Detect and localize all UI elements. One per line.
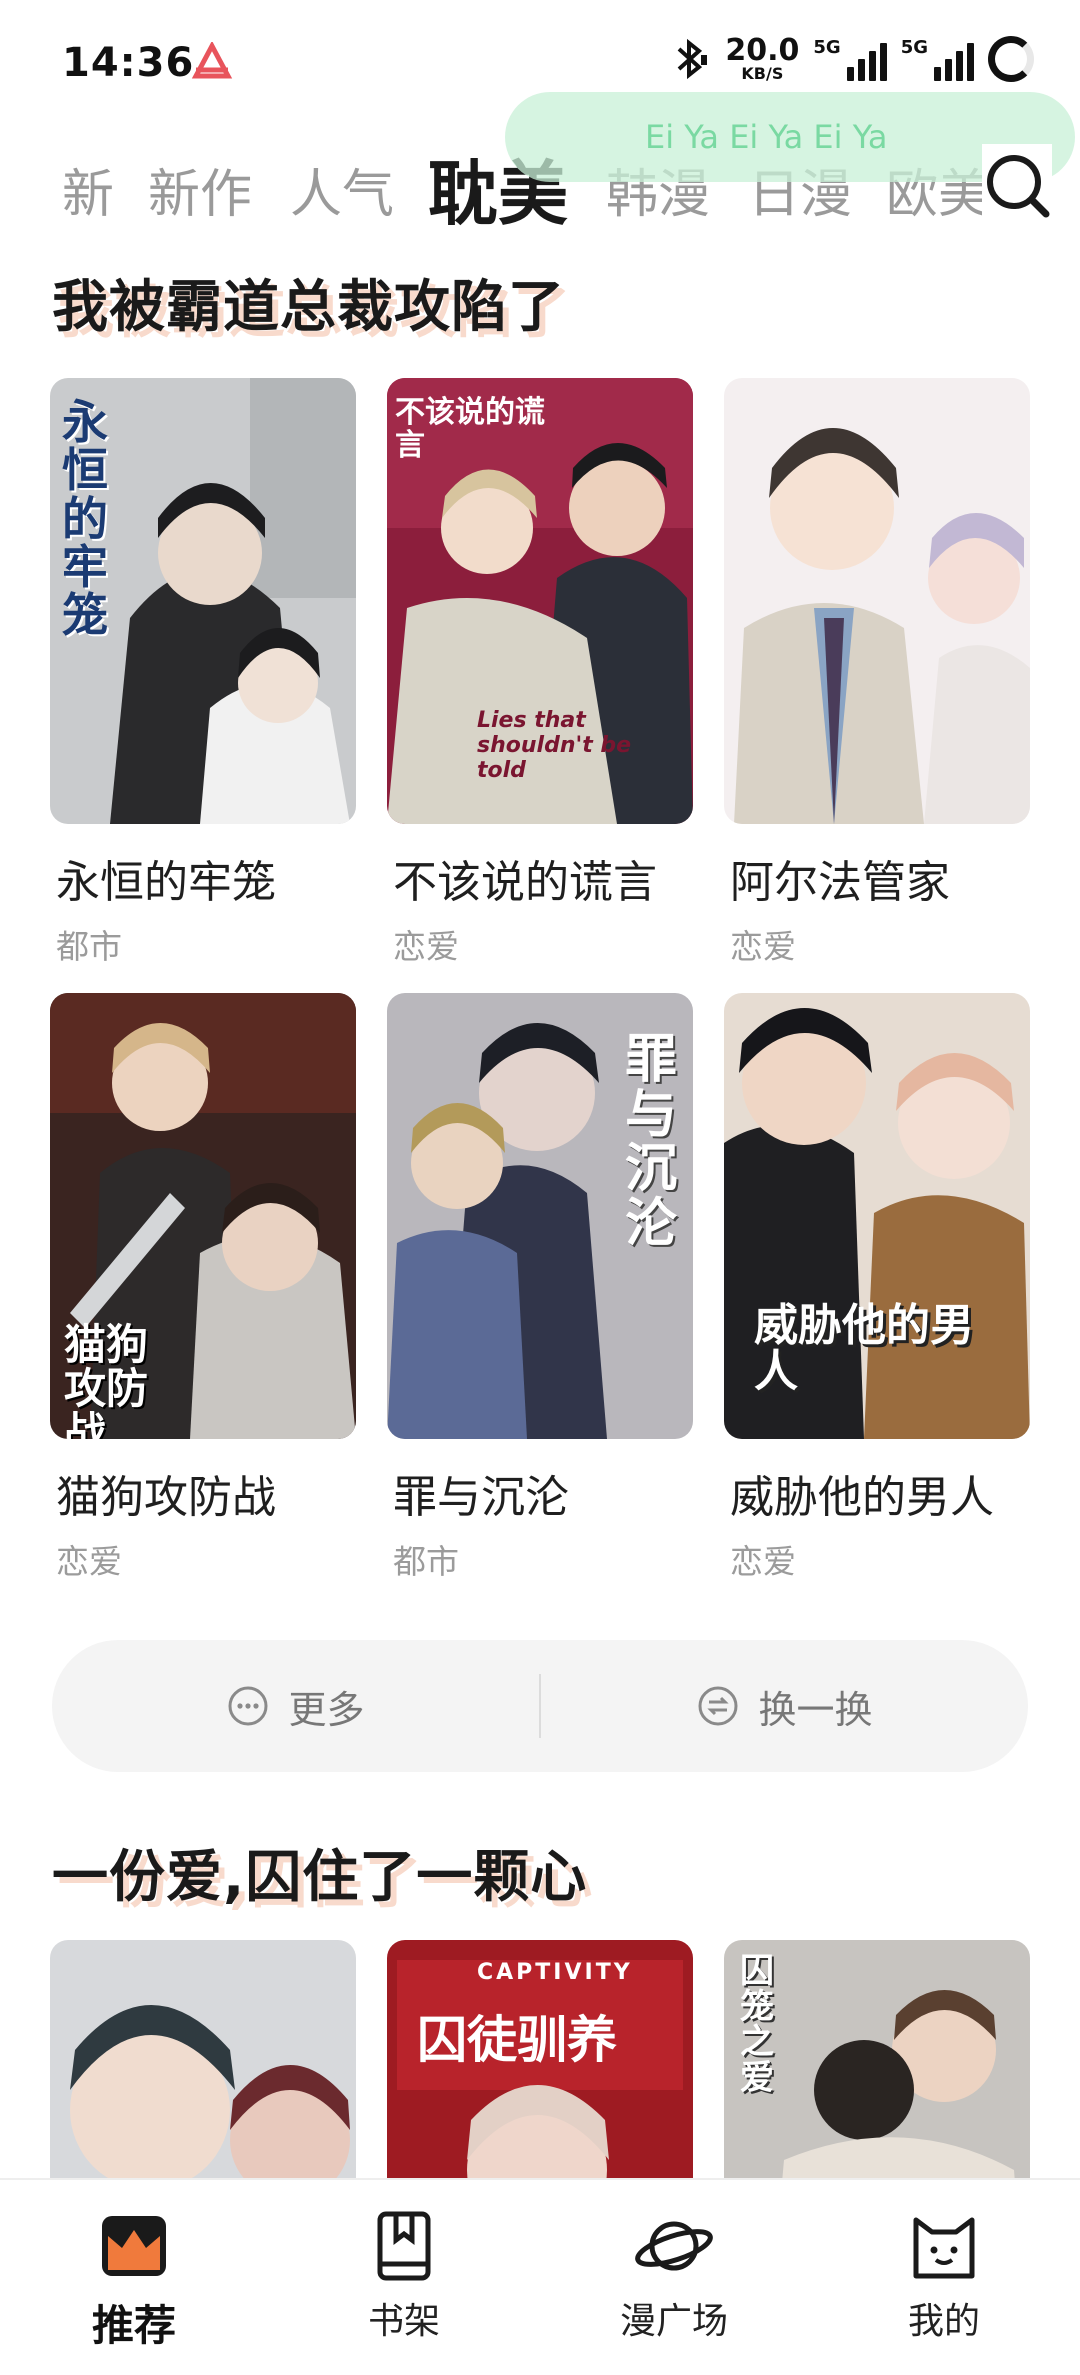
app-notification-icon bbox=[191, 42, 233, 79]
section-title: 一份爱,囚住了一颗心 bbox=[52, 1845, 588, 1910]
comic-genre: 恋爱 bbox=[56, 1542, 122, 1581]
cover-title-art: 囚笼之爱 bbox=[740, 1951, 774, 2099]
section-title: 我被霸道总裁攻陷了 bbox=[52, 275, 565, 340]
tab-popular[interactable]: 人气 bbox=[290, 152, 394, 227]
more-button[interactable]: 更多 bbox=[52, 1640, 539, 1772]
nav-plaza-label: 漫广场 bbox=[619, 2301, 728, 2342]
nav-plaza[interactable]: 漫广场 bbox=[594, 2210, 754, 2344]
nav-mine[interactable]: 我的 bbox=[864, 2210, 1024, 2344]
cover-title-art: 威胁他的男人 bbox=[754, 1300, 974, 1398]
comic-card[interactable]: 阿尔法管家 恋爱 bbox=[724, 378, 1030, 968]
nav-recommend[interactable]: 推荐 bbox=[54, 2210, 214, 2353]
comic-title: 永恒的牢笼 bbox=[56, 857, 276, 908]
speed-unit: KB/S bbox=[741, 64, 784, 83]
comic-cover: 永恒的牢笼 bbox=[50, 378, 356, 824]
cover-title-art: 罪与沉沦 bbox=[625, 1030, 678, 1254]
shuffle-button[interactable]: 换一换 bbox=[541, 1640, 1028, 1772]
refresh-icon bbox=[698, 1686, 738, 1726]
comic-card[interactable]: 猫狗攻防战 猫狗攻防战 恋爱 bbox=[50, 993, 356, 1583]
cover-title-art: 囚徒驯养 bbox=[417, 2011, 617, 2069]
planet-icon bbox=[635, 2221, 713, 2271]
cover-title-art: 猫狗攻防战 bbox=[64, 1320, 149, 1439]
comic-title: 猫狗攻防战 bbox=[56, 1472, 276, 1523]
comic-card[interactable]: 永恒的牢笼 永恒的牢笼 都市 bbox=[50, 378, 356, 968]
comic-genre: 恋爱 bbox=[393, 927, 459, 966]
speed-value: 20.0 bbox=[725, 33, 800, 68]
comic-card[interactable]: 不该说的谎言 Lies that shouldn't be told 不该说的谎… bbox=[387, 378, 693, 968]
signal-1-icon: 5G bbox=[813, 37, 887, 81]
tab-new[interactable]: 新 bbox=[62, 152, 114, 227]
more-dots-icon bbox=[228, 1686, 268, 1726]
nav-mine-label: 我的 bbox=[907, 2301, 980, 2342]
comic-cover: 不该说的谎言 Lies that shouldn't be told bbox=[387, 378, 693, 824]
nav-bookshelf[interactable]: 书架 bbox=[324, 2210, 484, 2344]
comic-genre: 都市 bbox=[56, 927, 122, 966]
cover-subtitle-art: Lies that shouldn't be told bbox=[477, 708, 632, 783]
cover-title-art: 不该说的谎言 bbox=[395, 395, 545, 463]
network-speed: 20.0 KB/S bbox=[725, 36, 799, 82]
comic-card[interactable]: 威胁他的男人 威胁他的男人 恋爱 bbox=[724, 993, 1030, 1583]
comic-genre: 恋爱 bbox=[730, 927, 796, 966]
comic-title: 威胁他的男人 bbox=[730, 1472, 994, 1523]
comic-cover: 罪与沉沦 bbox=[387, 993, 693, 1439]
comic-title: 罪与沉沦 bbox=[393, 1472, 569, 1523]
tab-new-works[interactable]: 新作 bbox=[148, 152, 252, 227]
bluetooth-icon bbox=[678, 38, 708, 80]
cover-subtitle-art: CAPTIVITY bbox=[477, 1960, 633, 1985]
comic-cover: 猫狗攻防战 bbox=[50, 993, 356, 1439]
nav-bookshelf-label: 书架 bbox=[367, 2301, 440, 2342]
comic-title: 不该说的谎言 bbox=[393, 857, 657, 908]
recommend-icon bbox=[102, 2216, 166, 2276]
status-indicators: 20.0 KB/S 5G 5G bbox=[671, 36, 1034, 82]
comic-cover: 威胁他的男人 bbox=[724, 993, 1030, 1439]
shuffle-label: 换一换 bbox=[758, 1687, 873, 1732]
comic-genre: 恋爱 bbox=[730, 1542, 796, 1581]
cover-title-art: 永恒的牢笼 bbox=[62, 395, 108, 643]
signal-1-label: 5G bbox=[813, 37, 841, 58]
nav-recommend-label: 推荐 bbox=[91, 2301, 176, 2350]
search-icon bbox=[987, 155, 1050, 218]
more-label: 更多 bbox=[288, 1687, 365, 1732]
more-shuffle-bar: 更多 换一换 bbox=[52, 1640, 1028, 1772]
bottom-navigation: 推荐 书架 漫广场 我的 bbox=[0, 2178, 1080, 2375]
battery-ring-icon bbox=[988, 36, 1034, 82]
bookshelf-icon bbox=[377, 2211, 431, 2281]
comic-title: 阿尔法管家 bbox=[730, 857, 950, 908]
comic-genre: 都市 bbox=[393, 1542, 459, 1581]
comic-card[interactable]: 罪与沉沦 罪与沉沦 都市 bbox=[387, 993, 693, 1583]
status-time: 14:36 bbox=[62, 40, 195, 86]
signal-2-icon: 5G bbox=[901, 37, 974, 81]
cat-face-icon bbox=[913, 2217, 975, 2279]
search-button[interactable] bbox=[982, 144, 1052, 224]
signal-2-label: 5G bbox=[900, 37, 928, 58]
comic-cover bbox=[724, 378, 1030, 824]
